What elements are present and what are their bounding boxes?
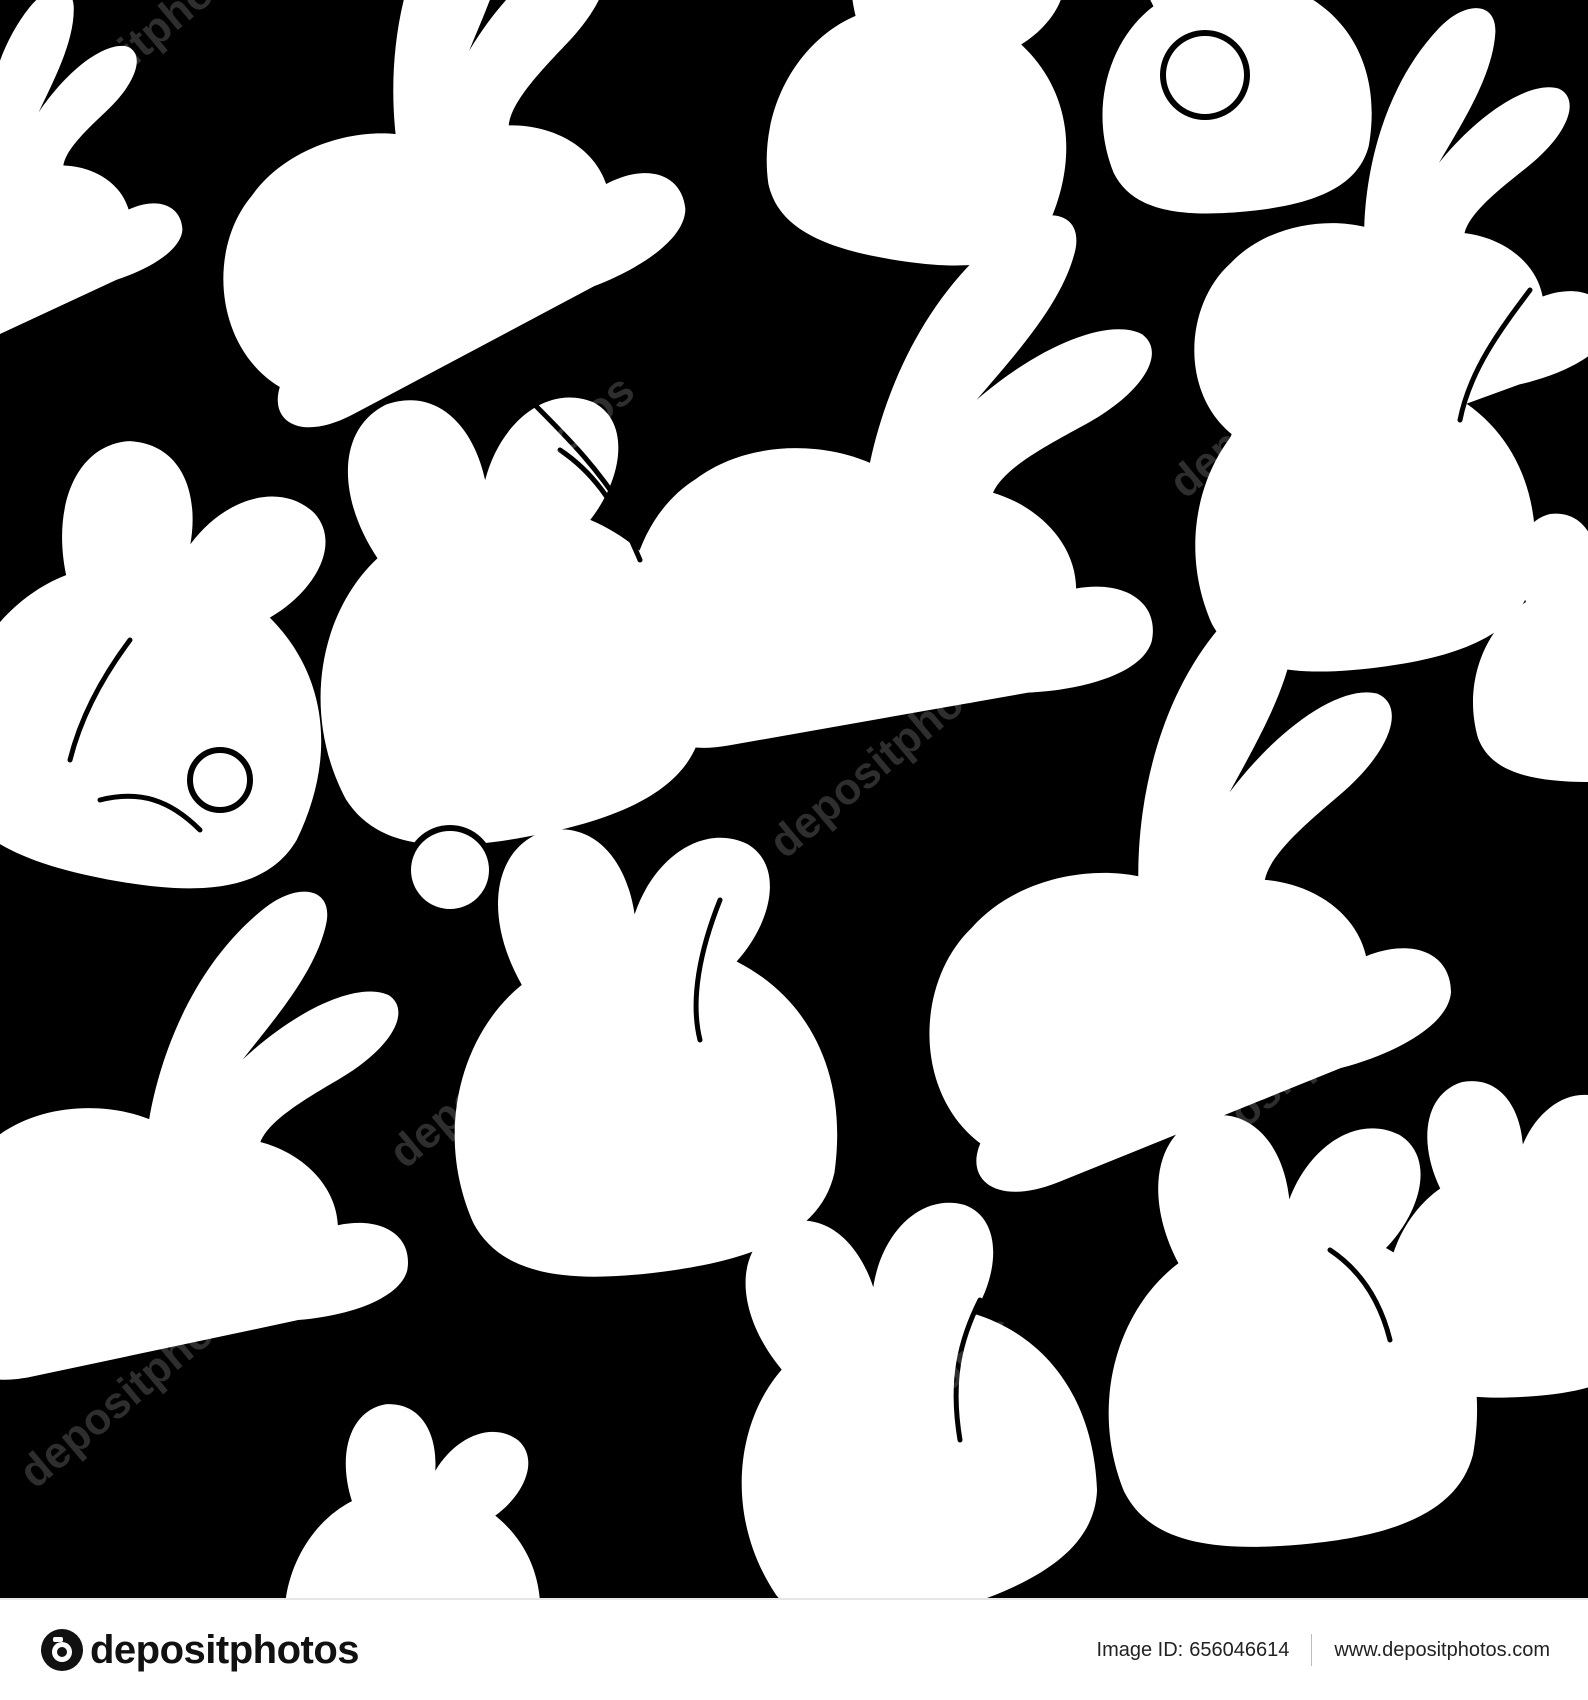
depositphotos-logo[interactable]: depositphotos [40,1627,360,1673]
website-link[interactable]: www.depositphotos.com [1334,1639,1550,1662]
image-id-label: Image ID: [1096,1638,1184,1661]
image-id: Image ID: 656046614 [1097,1639,1290,1662]
logo-text: depositphotos [90,1627,360,1672]
footer-bar: depositphotos Image ID: 656046614 www.de… [0,1598,1588,1700]
camera-icon [41,1629,83,1671]
rabbit-pattern: depositphotos depositphotos depositphoto… [0,0,1588,1598]
rabbit-pattern-svg [0,0,1588,1598]
image-info: Image ID: 656046614 www.depositphotos.co… [1097,1634,1550,1666]
image-id-value: 656046614 [1189,1638,1290,1661]
divider [1311,1634,1313,1666]
